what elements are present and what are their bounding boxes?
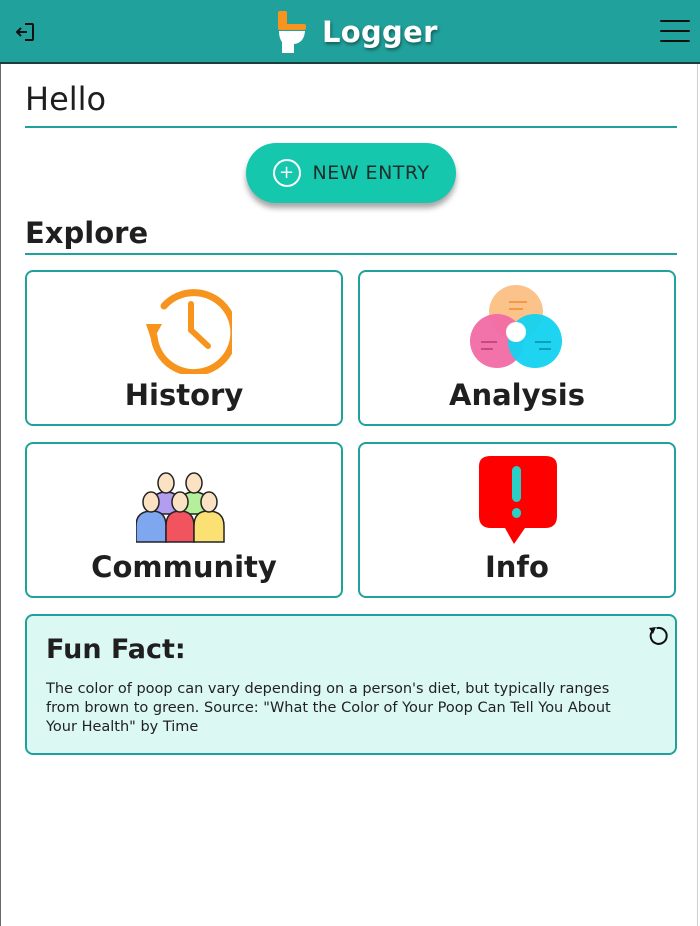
fun-fact-card: Fun Fact: The color of poop can vary dep… [25,614,677,755]
analysis-label: Analysis [449,378,585,412]
info-card[interactable]: Info [358,442,676,598]
community-card[interactable]: Community [25,442,343,598]
history-card[interactable]: History [25,270,343,426]
app-title: Logger [322,15,438,49]
venn-diagram-icon [469,284,565,374]
logout-icon[interactable] [14,20,38,44]
greeting-heading: Hello [25,80,107,118]
people-group-icon [135,456,232,546]
exclamation-bubble-icon [469,456,565,548]
info-label: Info [485,550,549,584]
app-header: Logger [0,0,700,64]
plus-circle-icon: + [272,159,301,187]
new-entry-label: NEW ENTRY [312,162,430,184]
fun-fact-title: Fun Fact: [46,634,186,665]
greeting-divider [25,126,677,128]
fun-fact-text: The color of poop can vary depending on … [46,681,611,735]
explore-heading: Explore [25,216,149,250]
explore-divider [25,253,677,255]
community-label: Community [91,550,277,584]
brand[interactable]: Logger [276,10,438,54]
analysis-card[interactable]: Analysis [358,270,676,426]
new-entry-button[interactable]: + NEW ENTRY [246,143,456,203]
refresh-icon[interactable] [646,624,670,648]
history-label: History [124,378,244,412]
hamburger-menu-icon[interactable] [660,20,690,42]
clock-history-icon [136,284,238,377]
toilet-icon [276,11,308,53]
